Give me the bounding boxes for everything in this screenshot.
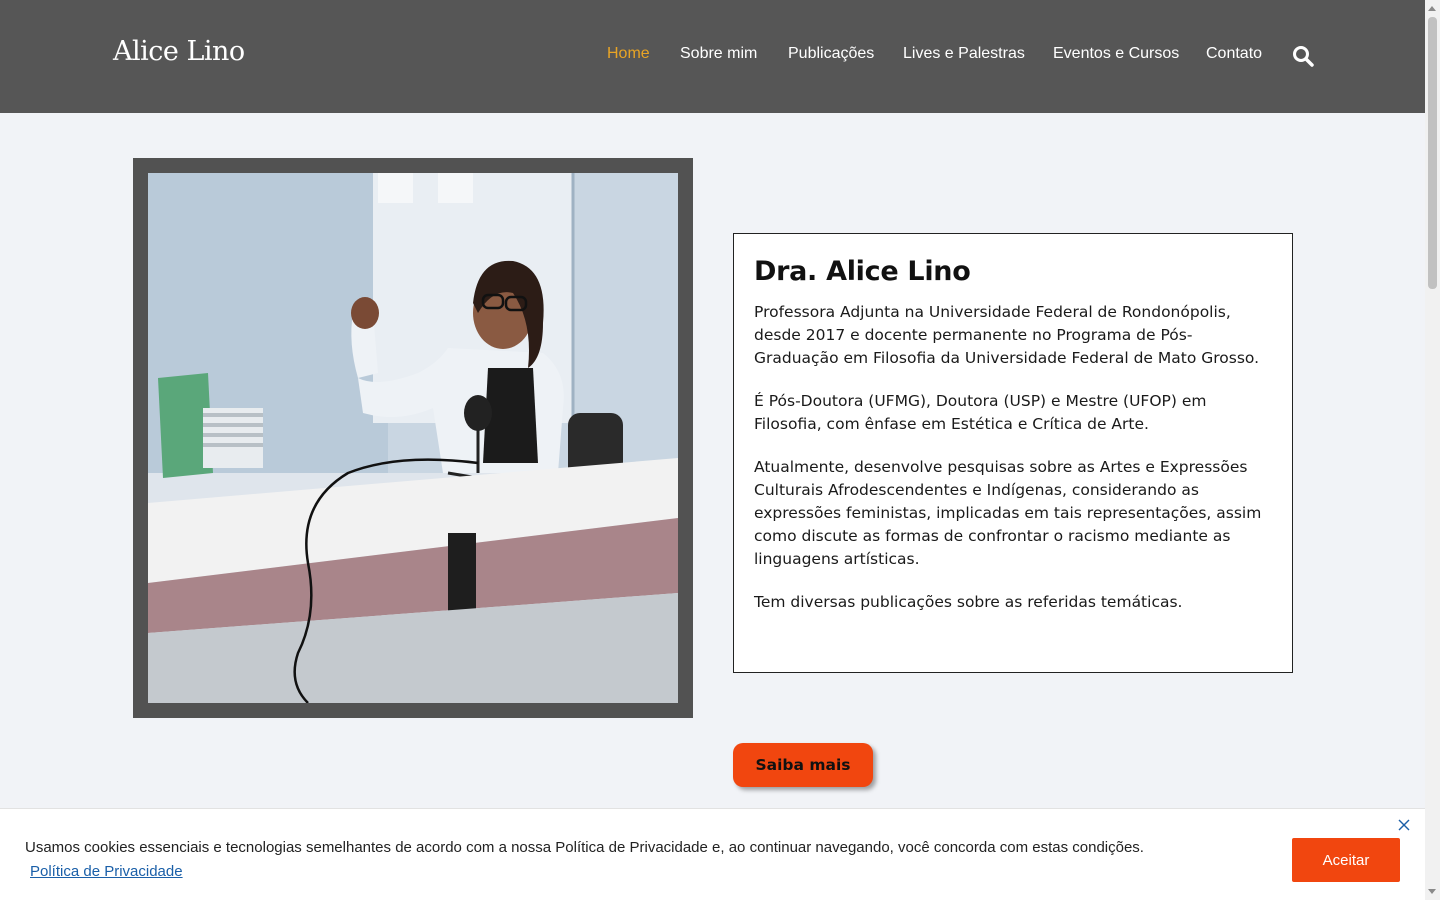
close-icon[interactable]	[1398, 819, 1410, 831]
portrait-photo	[148, 173, 678, 703]
nav-item-publicacoes[interactable]: Publicações	[788, 45, 874, 63]
bio-paragraph: É Pós-Doutora (UFMG), Doutora (USP) e Me…	[754, 392, 1207, 433]
bio-paragraph: Tem diversas publicações sobre as referi…	[754, 593, 1183, 611]
bio-card: Dra. Alice Lino Professora Adjunta na Un…	[733, 233, 1293, 673]
photo-frame	[133, 158, 693, 718]
site-logo[interactable]: Alice Lino	[113, 36, 245, 67]
nav-item-lives-e-palestras[interactable]: Lives e Palestras	[903, 45, 1025, 63]
portrait-illustration	[148, 173, 678, 703]
bio-paragraph: Atualmente, desenvolve pesquisas sobre a…	[754, 458, 1262, 568]
scroll-up-arrow-icon[interactable]	[1428, 6, 1436, 11]
cookie-message: Usamos cookies essenciais e tecnologias …	[25, 839, 1144, 856]
privacy-policy-link[interactable]: Política de Privacidade	[30, 863, 183, 880]
cookie-banner: Usamos cookies essenciais e tecnologias …	[0, 808, 1425, 900]
site-header: Alice Lino Home Sobre mim Publicações Li…	[0, 0, 1425, 113]
scroll-down-arrow-icon[interactable]	[1428, 889, 1436, 894]
bio-paragraph: Professora Adjunta na Universidade Feder…	[754, 303, 1260, 367]
page-scrollbar[interactable]	[1425, 0, 1440, 900]
nav-item-eventos-e-cursos[interactable]: Eventos e Cursos	[1053, 45, 1179, 63]
scrollbar-thumb[interactable]	[1428, 17, 1437, 289]
bio-title: Dra. Alice Lino	[754, 256, 971, 287]
search-icon[interactable]	[1292, 45, 1314, 67]
nav-item-contato[interactable]: Contato	[1206, 45, 1262, 63]
accept-cookies-button[interactable]: Aceitar	[1292, 838, 1400, 882]
nav-item-home[interactable]: Home	[607, 45, 650, 63]
nav-item-sobre-mim[interactable]: Sobre mim	[680, 45, 757, 63]
saiba-mais-button[interactable]: Saiba mais	[733, 743, 873, 787]
